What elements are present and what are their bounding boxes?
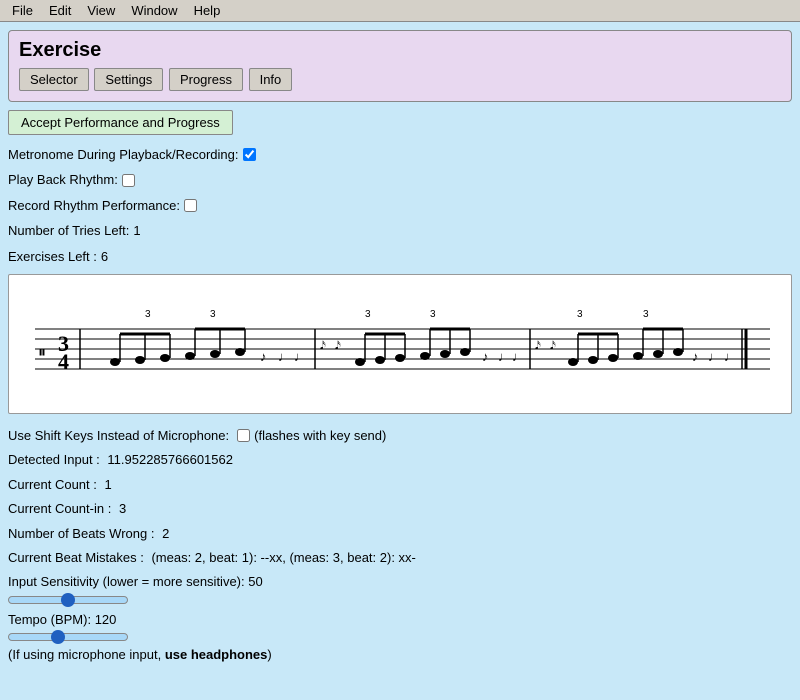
tab-bar: Selector Settings Progress Info — [19, 68, 781, 91]
time-signature-bottom: 4 — [58, 349, 69, 374]
metronome-label: Metronome During Playback/Recording: — [8, 143, 239, 166]
svg-text:𝅘𝅥𝅯: 𝅘𝅥𝅯 — [320, 340, 326, 352]
current-count-value: 1 — [105, 477, 112, 492]
menu-edit[interactable]: Edit — [41, 1, 79, 20]
headphone-note: (If using microphone input, use headphon… — [8, 647, 792, 662]
tab-settings[interactable]: Settings — [94, 68, 163, 91]
shift-keys-checkbox[interactable] — [237, 429, 250, 442]
svg-text:♩: ♩ — [498, 349, 511, 364]
beats-wrong-label: Number of Beats Wrong : — [8, 526, 154, 541]
exercises-value: 6 — [101, 245, 108, 268]
svg-text:𝅘𝅥𝅯: 𝅘𝅥𝅯 — [550, 340, 556, 352]
detected-input-row: Detected Input : 11.952285766601562 — [8, 448, 792, 471]
tempo-slider[interactable] — [8, 633, 128, 641]
input-sensitivity-container: Input Sensitivity (lower = more sensitiv… — [8, 570, 792, 603]
beats-wrong-value: 2 — [162, 526, 169, 541]
svg-text:♩: ♩ — [278, 349, 291, 364]
svg-text:♩: ♩ — [294, 349, 307, 364]
main-container: Exercise Selector Settings Progress Info… — [8, 30, 792, 662]
tempo-container: Tempo (BPM): 120 — [8, 608, 792, 641]
svg-text:𝅘𝅥𝅯: 𝅘𝅥𝅯 — [335, 340, 341, 352]
count-in-row: Current Count-in : 3 — [8, 497, 792, 520]
menu-help[interactable]: Help — [186, 1, 229, 20]
info-area: Use Shift Keys Instead of Microphone: (f… — [8, 424, 792, 641]
tab-info[interactable]: Info — [249, 68, 293, 91]
controls-area: Metronome During Playback/Recording: Pla… — [8, 143, 792, 268]
svg-text:♩: ♩ — [512, 349, 525, 364]
svg-text:♪: ♪ — [482, 349, 489, 364]
accept-button[interactable]: Accept Performance and Progress — [8, 110, 233, 135]
menu-view[interactable]: View — [79, 1, 123, 20]
svg-text:♪: ♪ — [260, 349, 267, 364]
beat-mistakes-label: Current Beat Mistakes : — [8, 550, 144, 565]
tempo-label: Tempo (BPM): 120 — [8, 608, 792, 631]
record-row: Record Rhythm Performance: — [8, 194, 792, 217]
metronome-row: Metronome During Playback/Recording: — [8, 143, 792, 166]
current-count-row: Current Count : 1 — [8, 473, 792, 496]
svg-text:♪: ♪ — [692, 349, 699, 364]
headphone-suffix: ) — [267, 647, 271, 662]
sheet-music-svg: ⏸ 3 4 3 3 — [20, 279, 780, 409]
svg-text:♩: ♩ — [724, 349, 737, 364]
pause-symbol: ⏸ — [38, 344, 46, 361]
svg-text:3: 3 — [430, 309, 436, 320]
count-in-label: Current Count-in : — [8, 501, 111, 516]
exercise-panel: Exercise Selector Settings Progress Info — [8, 30, 792, 102]
exercise-title: Exercise — [19, 39, 781, 62]
shift-keys-row: Use Shift Keys Instead of Microphone: (f… — [8, 424, 792, 447]
exercises-row: Exercises Left : 6 — [8, 245, 792, 268]
shift-keys-note: (flashes with key send) — [254, 424, 386, 447]
svg-text:♩: ♩ — [708, 349, 721, 364]
svg-text:𝅘𝅥𝅯: 𝅘𝅥𝅯 — [535, 340, 541, 352]
exercises-label: Exercises Left : — [8, 245, 97, 268]
svg-text:3: 3 — [577, 309, 583, 320]
input-sensitivity-label: Input Sensitivity (lower = more sensitiv… — [8, 570, 792, 593]
svg-text:3: 3 — [643, 309, 649, 320]
svg-text:3: 3 — [210, 309, 216, 320]
headphone-prefix: (If using microphone input, — [8, 647, 165, 662]
beat-mistakes-row: Current Beat Mistakes : (meas: 2, beat: … — [8, 546, 792, 569]
tempo-value: 120 — [95, 612, 117, 627]
svg-text:3: 3 — [365, 309, 371, 320]
beats-wrong-row: Number of Beats Wrong : 2 — [8, 522, 792, 545]
tries-value: 1 — [133, 219, 140, 242]
metronome-checkbox[interactable] — [243, 148, 256, 161]
current-count-label: Current Count : — [8, 477, 97, 492]
headphone-bold: use headphones — [165, 647, 268, 662]
detected-input-value: 11.952285766601562 — [107, 452, 233, 467]
tries-row: Number of Tries Left: 1 — [8, 219, 792, 242]
tries-label: Number of Tries Left: — [8, 219, 129, 242]
playback-label: Play Back Rhythm: — [8, 168, 118, 191]
count-in-value: 3 — [119, 501, 126, 516]
shift-keys-label: Use Shift Keys Instead of Microphone: — [8, 424, 229, 447]
menu-bar: File Edit View Window Help — [0, 0, 800, 22]
tab-progress[interactable]: Progress — [169, 68, 243, 91]
menu-window[interactable]: Window — [123, 1, 185, 20]
detected-input-label: Detected Input : — [8, 452, 100, 467]
tab-selector[interactable]: Selector — [19, 68, 89, 91]
playback-checkbox[interactable] — [122, 174, 135, 187]
input-sensitivity-value: 50 — [248, 574, 262, 589]
input-sensitivity-slider[interactable] — [8, 596, 128, 604]
svg-text:3: 3 — [145, 309, 151, 320]
beat-mistakes-value: (meas: 2, beat: 1): --xx, (meas: 3, beat… — [151, 550, 415, 565]
menu-file[interactable]: File — [4, 1, 41, 20]
sheet-music: ⏸ 3 4 3 3 — [8, 274, 792, 414]
playback-row: Play Back Rhythm: — [8, 168, 792, 191]
record-checkbox[interactable] — [184, 199, 197, 212]
record-label: Record Rhythm Performance: — [8, 194, 180, 217]
